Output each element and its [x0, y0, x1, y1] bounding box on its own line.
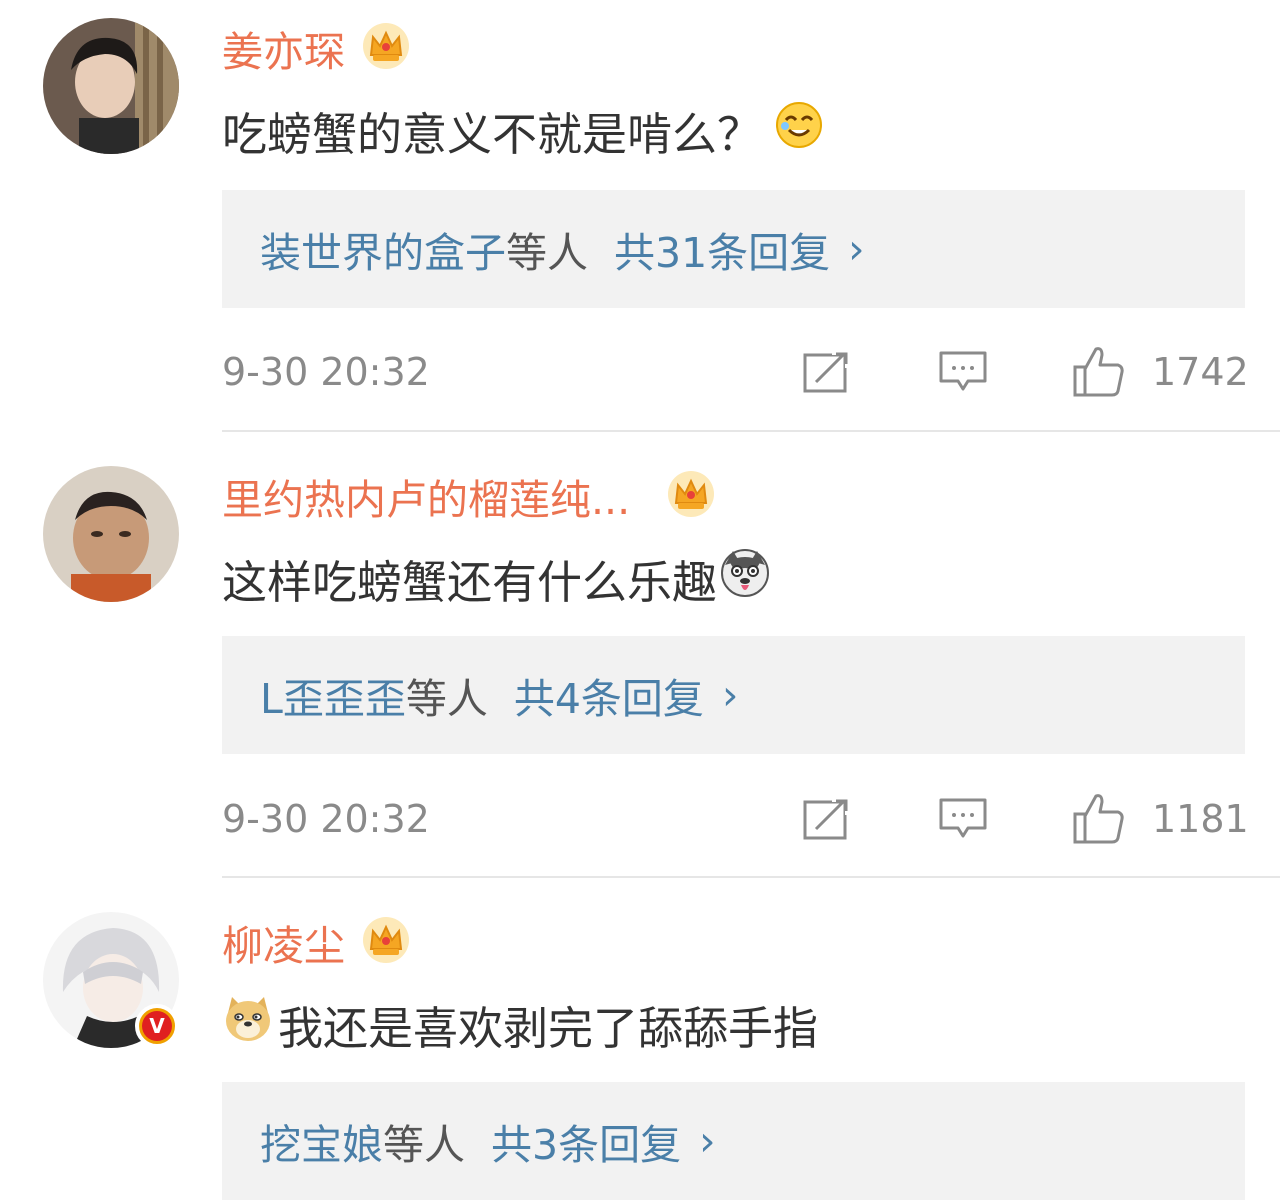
comment-item: 里约热内卢的榴莲纯... 这样吃螃蟹还有什么乐趣 L歪歪歪 等人 共4条回复 ›…	[0, 432, 1280, 878]
laughing-face-emoji	[774, 100, 824, 161]
reply-names[interactable]: 装世界的盒子	[260, 219, 506, 279]
username[interactable]: 姜亦琛	[222, 18, 345, 78]
thumbs-up-icon	[1073, 347, 1124, 397]
reply-names[interactable]: 挖宝娘	[260, 1111, 383, 1171]
reply-others: 等人	[405, 675, 488, 723]
comment-icon	[939, 798, 987, 838]
reply-count[interactable]: 共3条回复	[491, 1111, 681, 1171]
like-button[interactable]: 1181	[1072, 789, 1249, 849]
comment-actions: 9-30 20:32 1742	[222, 342, 1249, 402]
comment-actions: 9-30 20:32 1181	[222, 789, 1249, 849]
like-count: 1742	[1152, 350, 1249, 394]
husky-face-emoji	[719, 547, 771, 610]
verified-label: V	[142, 1011, 172, 1041]
reply-names[interactable]: L歪歪歪	[260, 665, 406, 725]
reply-summary[interactable]: L歪歪歪 等人 共4条回复 ›	[222, 636, 1245, 754]
comment-button[interactable]	[938, 789, 988, 849]
like-button[interactable]: 1742	[1072, 342, 1249, 402]
chevron-right-icon: ›	[699, 1117, 716, 1165]
crown-icon	[361, 915, 411, 969]
chevron-right-icon: ›	[721, 671, 739, 719]
username-row: 里约热内卢的榴莲纯...	[222, 468, 716, 524]
reply-summary[interactable]: 装世界的盒子 等人 共31条回复 ›	[222, 190, 1245, 308]
timestamp: 9-30 20:32	[222, 797, 430, 841]
share-icon	[803, 350, 851, 393]
username-row: 柳凌尘	[222, 914, 411, 970]
share-button[interactable]	[802, 342, 852, 402]
crown-icon	[666, 469, 716, 523]
chevron-right-icon: ›	[848, 225, 865, 273]
verified-badge: V	[135, 1004, 179, 1048]
share-icon	[803, 797, 851, 840]
doge-face-emoji	[222, 993, 274, 1056]
reply-count[interactable]: 共4条回复	[514, 665, 704, 725]
avatar-photo	[43, 18, 179, 154]
avatar[interactable]	[43, 466, 179, 602]
comment-icon	[939, 351, 987, 391]
username-row: 姜亦琛	[222, 20, 411, 76]
comment-text-row: 我还是喜欢剥完了舔舔手指	[222, 993, 819, 1056]
username[interactable]: 柳凌尘	[222, 912, 345, 972]
crown-icon	[361, 21, 411, 75]
comment-text-row: 这样吃螃蟹还有什么乐趣	[222, 547, 771, 610]
timestamp: 9-30 20:32	[222, 350, 430, 394]
reply-others: 等人	[383, 1121, 465, 1169]
comment-text: 这样吃螃蟹还有什么乐趣	[222, 555, 718, 609]
reply-summary[interactable]: 挖宝娘 等人 共3条回复 ›	[222, 1082, 1245, 1200]
comment-button[interactable]	[938, 342, 988, 402]
comment-item: V 柳凌尘 我还是喜欢剥完了舔舔手指 挖宝娘 等人 共3条回复 ›	[0, 878, 1280, 1203]
comment-text-row: 吃螃蟹的意义不就是啃么？	[222, 100, 824, 161]
avatar-photo	[43, 466, 179, 602]
reply-others: 等人	[506, 229, 588, 277]
comment-item: 姜亦琛 吃螃蟹的意义不就是啃么？ 装世界的盒子 等人 共31条回复 › 9-30…	[0, 0, 1280, 432]
thumbs-up-icon	[1073, 794, 1124, 844]
comment-text: 我还是喜欢剥完了舔舔手指	[278, 1001, 819, 1055]
like-count: 1181	[1152, 797, 1249, 841]
comment-text: 吃螃蟹的意义不就是啃么？	[222, 107, 763, 161]
avatar[interactable]	[43, 18, 179, 154]
username[interactable]: 里约热内卢的榴莲纯...	[222, 466, 630, 526]
reply-count[interactable]: 共31条回复	[614, 219, 830, 279]
share-button[interactable]	[802, 789, 852, 849]
